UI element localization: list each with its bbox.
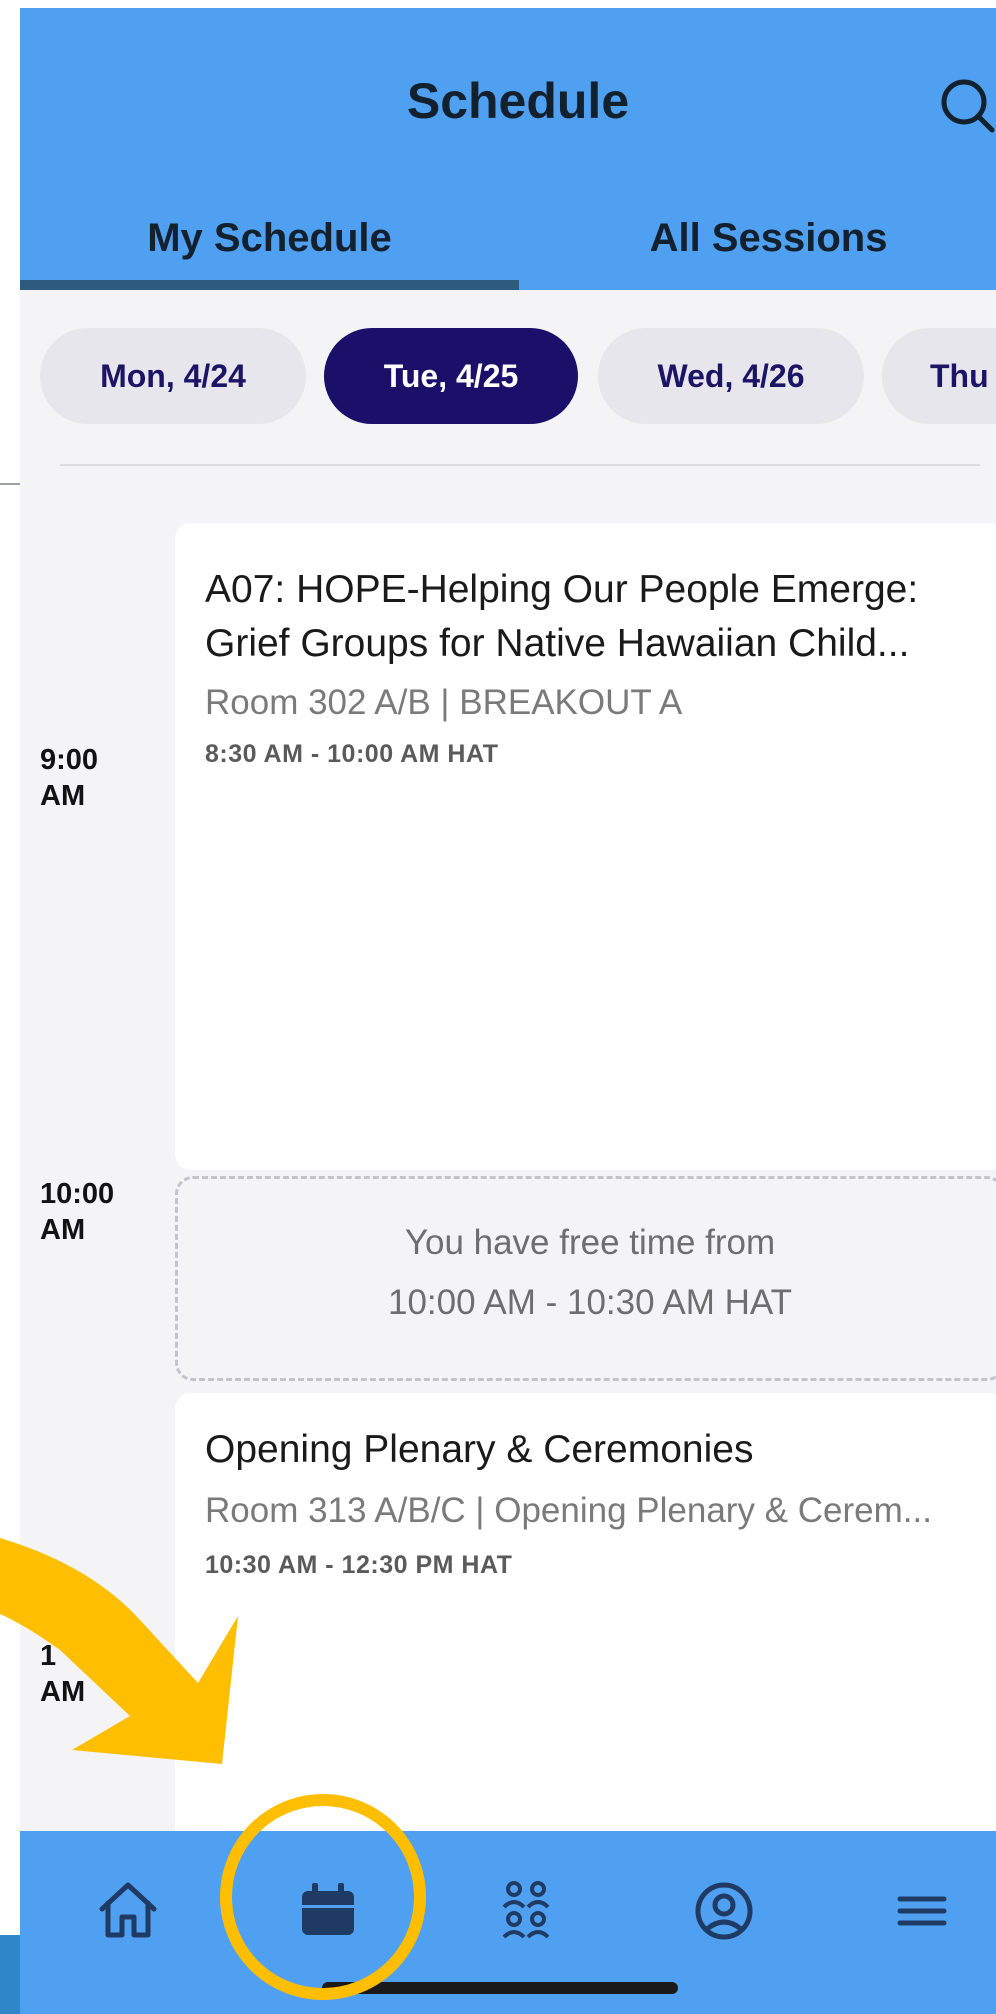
- tab-selected-indicator: [20, 280, 519, 290]
- tab-my-schedule[interactable]: My Schedule: [20, 202, 519, 288]
- date-chip-mon[interactable]: Mon, 4/24: [40, 328, 306, 424]
- gutter-blue-strip: [0, 1935, 20, 2014]
- date-divider: [60, 464, 980, 466]
- time-period: AM: [40, 1676, 86, 1708]
- free-time-range: 10:00 AM - 10:30 AM HAT: [388, 1283, 792, 1322]
- header: Schedule My Schedule All Sessions: [20, 8, 996, 290]
- session-title: Opening Plenary & Ceremonies: [205, 1428, 754, 1471]
- left-gutter: [0, 0, 20, 2014]
- time-period: AM: [40, 1214, 86, 1246]
- profile-icon: [695, 1882, 753, 1940]
- time-label-11am: 1 AM: [40, 1638, 85, 1710]
- time-hour: 9:00: [40, 744, 99, 776]
- free-time-block: You have free time from 10:00 AM - 10:30…: [175, 1176, 996, 1381]
- session-card-a07[interactable]: A07: HOPE-Helping Our People Emerge: Gri…: [175, 523, 996, 1170]
- session-location: Room 302 A/B | BREAKOUT A: [205, 683, 683, 722]
- home-indicator: [322, 1982, 678, 1994]
- nav-menu-button[interactable]: [882, 1871, 962, 1951]
- nav-profile-button[interactable]: [684, 1871, 764, 1951]
- time-label-9am: 9:00 AM: [40, 742, 98, 814]
- time-period: AM: [40, 780, 86, 812]
- nav-schedule-button[interactable]: [288, 1871, 368, 1951]
- session-title-line1: A07: HOPE-Helping Our People Emerge:: [205, 568, 919, 611]
- tab-all-sessions[interactable]: All Sessions: [519, 202, 996, 288]
- home-icon: [99, 1882, 157, 1938]
- session-title: A07: HOPE-Helping Our People Emerge: Gri…: [205, 563, 965, 671]
- date-chip-wed[interactable]: Wed, 4/26: [598, 328, 864, 424]
- time-hour: 10:00: [40, 1178, 115, 1210]
- session-location: Room 313 A/B/C | Opening Plenary & Cerem…: [205, 1491, 932, 1530]
- session-title-line2: Grief Groups for Native Hawaiian Child..…: [205, 622, 910, 665]
- time-hour: 1: [40, 1640, 57, 1672]
- search-icon: [941, 79, 995, 133]
- time-label-10am: 10:00 AM: [40, 1176, 114, 1248]
- people-icon: [502, 1881, 550, 1939]
- nav-home-button[interactable]: [88, 1871, 168, 1951]
- date-chip-tue[interactable]: Tue, 4/25: [324, 328, 578, 424]
- schedule-screen: Schedule My Schedule All Sessions Mon, 4…: [20, 8, 996, 2014]
- page-title: Schedule: [406, 73, 630, 129]
- date-chip-thu[interactable]: Thu: [882, 328, 996, 424]
- nav-people-button[interactable]: [486, 1871, 566, 1951]
- search-button[interactable]: [932, 70, 996, 140]
- free-time-text: You have free time from: [404, 1223, 776, 1262]
- session-time: 10:30 AM - 12:30 PM HAT: [205, 1551, 513, 1579]
- menu-icon: [897, 1896, 947, 1926]
- gutter-divider: [0, 483, 20, 485]
- session-time: 8:30 AM - 10:00 AM HAT: [205, 740, 499, 768]
- calendar-icon: [302, 1883, 354, 1935]
